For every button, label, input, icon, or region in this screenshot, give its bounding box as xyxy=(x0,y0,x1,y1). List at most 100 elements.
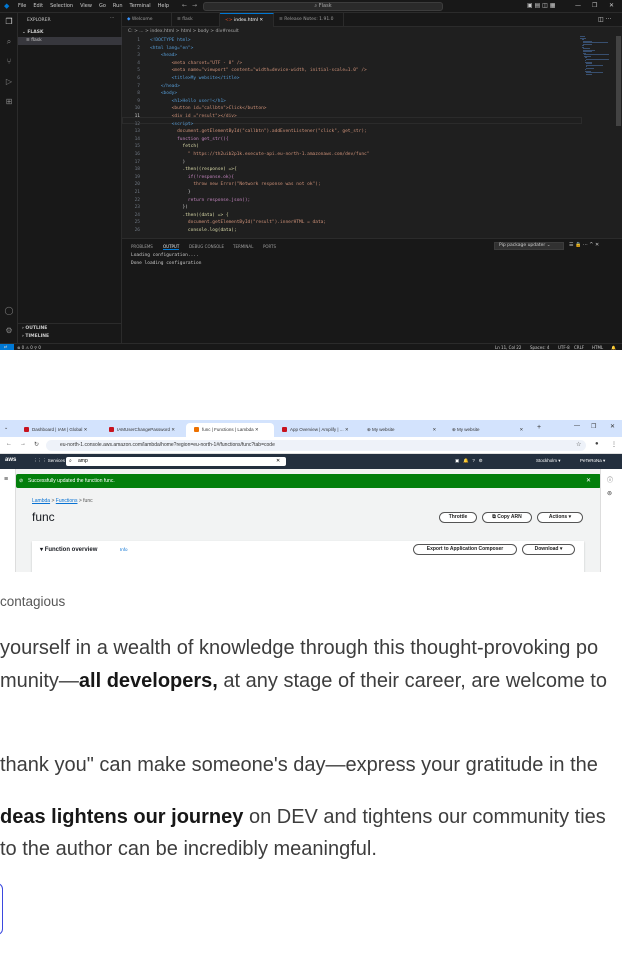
minimize-icon[interactable]: — xyxy=(575,2,581,9)
tab-iam-dashboard[interactable]: Dashboard | IAM | Global ✕ xyxy=(16,423,101,437)
account-menu[interactable]: PeTeRoNa ▾ xyxy=(580,458,605,464)
line-ending[interactable]: CRLF xyxy=(574,345,584,350)
tab-my-website-1[interactable]: ⊕ My website ✕ xyxy=(359,423,444,437)
restore-icon[interactable]: ❐ xyxy=(591,423,596,430)
comment-box-edge[interactable] xyxy=(0,883,3,935)
aws-search-input[interactable]: ⌕ amp ✕ xyxy=(66,457,286,466)
tab-title: func | Functions | Lambda xyxy=(202,427,254,432)
output-channel-select[interactable]: Pip package updater ⌄ xyxy=(494,242,564,250)
tab-my-website-2[interactable]: ⊕ My website ✕ xyxy=(444,423,532,437)
close-tab-icon[interactable]: ✕ xyxy=(344,427,349,432)
code-editor[interactable]: 1 <!DOCTYPE html> 2 <html lang="en"> 3 <head… xyxy=(122,36,622,238)
split-editor-icon[interactable]: ◫ ··· xyxy=(598,16,611,23)
tab-index-html[interactable]: <> index.html ✕ xyxy=(220,13,274,27)
minimap[interactable] xyxy=(580,36,610,76)
clear-search-icon[interactable]: ✕ xyxy=(276,457,280,466)
back-arrow-icon[interactable]: ← xyxy=(182,2,187,9)
forward-arrow-icon[interactable]: → xyxy=(20,441,26,447)
close-tab-icon[interactable]: ✕ xyxy=(254,427,259,432)
close-tab-icon[interactable]: ✕ xyxy=(82,427,88,432)
back-arrow-icon[interactable]: ← xyxy=(6,441,12,447)
problems-status[interactable]: ⊗ 0 ⚠ 0 ⚲ 0 xyxy=(17,345,41,350)
info-icon[interactable]: ⓘ xyxy=(607,475,613,484)
actions-button[interactable]: Actions ▾ xyxy=(537,512,583,523)
explorer-icon[interactable]: ❐ xyxy=(4,17,14,27)
outline-section[interactable]: › OUTLINE xyxy=(22,326,47,331)
tab-lambda-func[interactable]: func | Functions | Lambda ✕ xyxy=(186,423,274,437)
download-button[interactable]: Download ▾ xyxy=(522,544,575,555)
kebab-menu-icon[interactable]: ⋮ xyxy=(611,441,617,448)
menu-go[interactable]: Go xyxy=(99,3,106,9)
breadcrumb-functions[interactable]: Functions xyxy=(56,498,78,504)
menu-terminal[interactable]: Terminal xyxy=(130,3,151,9)
menu-file[interactable]: File xyxy=(18,3,26,9)
settings-icon[interactable]: ⊚ xyxy=(607,490,612,497)
tab-search-icon[interactable]: ⌄ xyxy=(4,425,8,431)
url-input[interactable]: eu-north-1.console.aws.amazon.com/lambda… xyxy=(46,440,586,451)
aws-nav-icons[interactable]: ▣ 🔔 ? ⚙ xyxy=(455,458,483,464)
region-select[interactable]: Stockholm ▾ xyxy=(536,458,561,464)
command-center[interactable]: ⌕ Flask xyxy=(203,2,443,11)
file-row-selected[interactable]: ≡ flask xyxy=(18,37,122,45)
tab-iam-policy[interactable]: IAMUserChangePassword ✕ xyxy=(101,423,186,437)
extensions-icon[interactable]: ⊞ xyxy=(4,97,14,107)
breadcrumb-lambda[interactable]: Lambda xyxy=(32,498,50,504)
close-icon[interactable]: ✕ xyxy=(610,423,615,430)
timeline-section[interactable]: › TIMELINE xyxy=(22,334,49,339)
gear-icon[interactable]: ⚙ xyxy=(4,326,14,336)
menu-help[interactable]: Help xyxy=(158,3,169,9)
close-tab-icon[interactable]: ✕ xyxy=(170,427,175,432)
line-number: 18 xyxy=(134,167,140,173)
tab-release-notes[interactable]: ≡ Release Notes: 1.91.0 xyxy=(274,13,344,27)
language-mode[interactable]: HTML xyxy=(592,345,603,350)
code-line: <h1>Hello user!</h1> xyxy=(150,98,226,104)
forward-arrow-icon[interactable]: → xyxy=(192,2,197,9)
function-overview-toggle[interactable]: ▾ Function overview xyxy=(40,546,97,553)
code-line: throw new Error("Network response was no… xyxy=(150,182,321,188)
throttle-button[interactable]: Throttle xyxy=(439,512,477,523)
run-debug-icon[interactable]: ▷ xyxy=(4,77,14,87)
cursor-position[interactable]: Ln 11, Col 22 xyxy=(495,345,521,350)
close-tab-icon[interactable]: ✕ xyxy=(480,427,524,432)
remote-indicator[interactable]: ⇄ xyxy=(0,344,14,350)
services-menu[interactable]: ⋮⋮⋮ Services xyxy=(33,458,65,464)
maximize-icon[interactable]: ❐ xyxy=(592,2,597,9)
tab-welcome[interactable]: ◆ Welcome xyxy=(122,13,172,27)
account-icon[interactable]: ◯ xyxy=(4,306,14,316)
menu-run[interactable]: Run xyxy=(113,3,123,9)
more-icon[interactable]: ··· xyxy=(110,16,114,21)
hamburger-menu-icon[interactable]: ≡ xyxy=(4,476,8,483)
menu-edit[interactable]: Edit xyxy=(33,3,43,9)
indentation[interactable]: Spaces: 4 xyxy=(530,345,549,350)
aws-logo-icon[interactable]: aws xyxy=(5,457,16,463)
copy-arn-button[interactable]: ⧉ Copy ARN xyxy=(482,512,532,523)
notifications-icon[interactable]: 🔔 xyxy=(611,345,616,350)
dismiss-flash-icon[interactable]: ✕ xyxy=(586,474,591,488)
panel-tab-terminal[interactable]: TERMINAL xyxy=(233,244,253,249)
menu-view[interactable]: View xyxy=(80,3,92,9)
search-icon[interactable]: ⌕ xyxy=(4,37,14,47)
export-composer-button[interactable]: Export to Application Composer xyxy=(413,544,517,555)
bookmark-star-icon[interactable]: ☆ xyxy=(576,441,581,448)
panel-tab-ports[interactable]: PORTS xyxy=(263,244,276,249)
menu-selection[interactable]: Selection xyxy=(50,3,73,9)
panel-actions-icon[interactable]: ☰ 🔒 ··· ^ ✕ xyxy=(569,242,599,248)
info-link[interactable]: Info xyxy=(120,547,128,552)
close-tab-icon[interactable]: ✕ xyxy=(395,427,437,432)
new-tab-icon[interactable]: + xyxy=(537,424,541,431)
panel-tab-problems[interactable]: PROBLEMS xyxy=(131,244,153,249)
folder-flask[interactable]: ⌄ FLASK xyxy=(22,30,44,35)
source-control-icon[interactable]: ⑂ xyxy=(4,57,14,67)
layout-toggle-icon[interactable]: ▣ ▤ ◫ ▦ xyxy=(527,2,555,9)
reload-icon[interactable]: ↻ xyxy=(34,441,39,448)
minimize-icon[interactable]: — xyxy=(574,423,580,429)
encoding[interactable]: UTF-8 xyxy=(558,345,570,350)
tab-flask[interactable]: ≡ flask xyxy=(172,13,220,27)
panel-tab-output[interactable]: OUTPUT xyxy=(163,244,180,250)
panel-tab-debug-console[interactable]: DEBUG CONSOLE xyxy=(189,244,224,249)
profile-icon[interactable]: ● xyxy=(595,441,599,447)
tab-amplify[interactable]: App Overview | Amplify | ... ✕ xyxy=(274,423,359,437)
close-icon[interactable]: ✕ xyxy=(609,2,614,9)
editor-scrollbar[interactable] xyxy=(616,36,621,126)
close-tab-icon[interactable]: ✕ xyxy=(258,18,263,23)
